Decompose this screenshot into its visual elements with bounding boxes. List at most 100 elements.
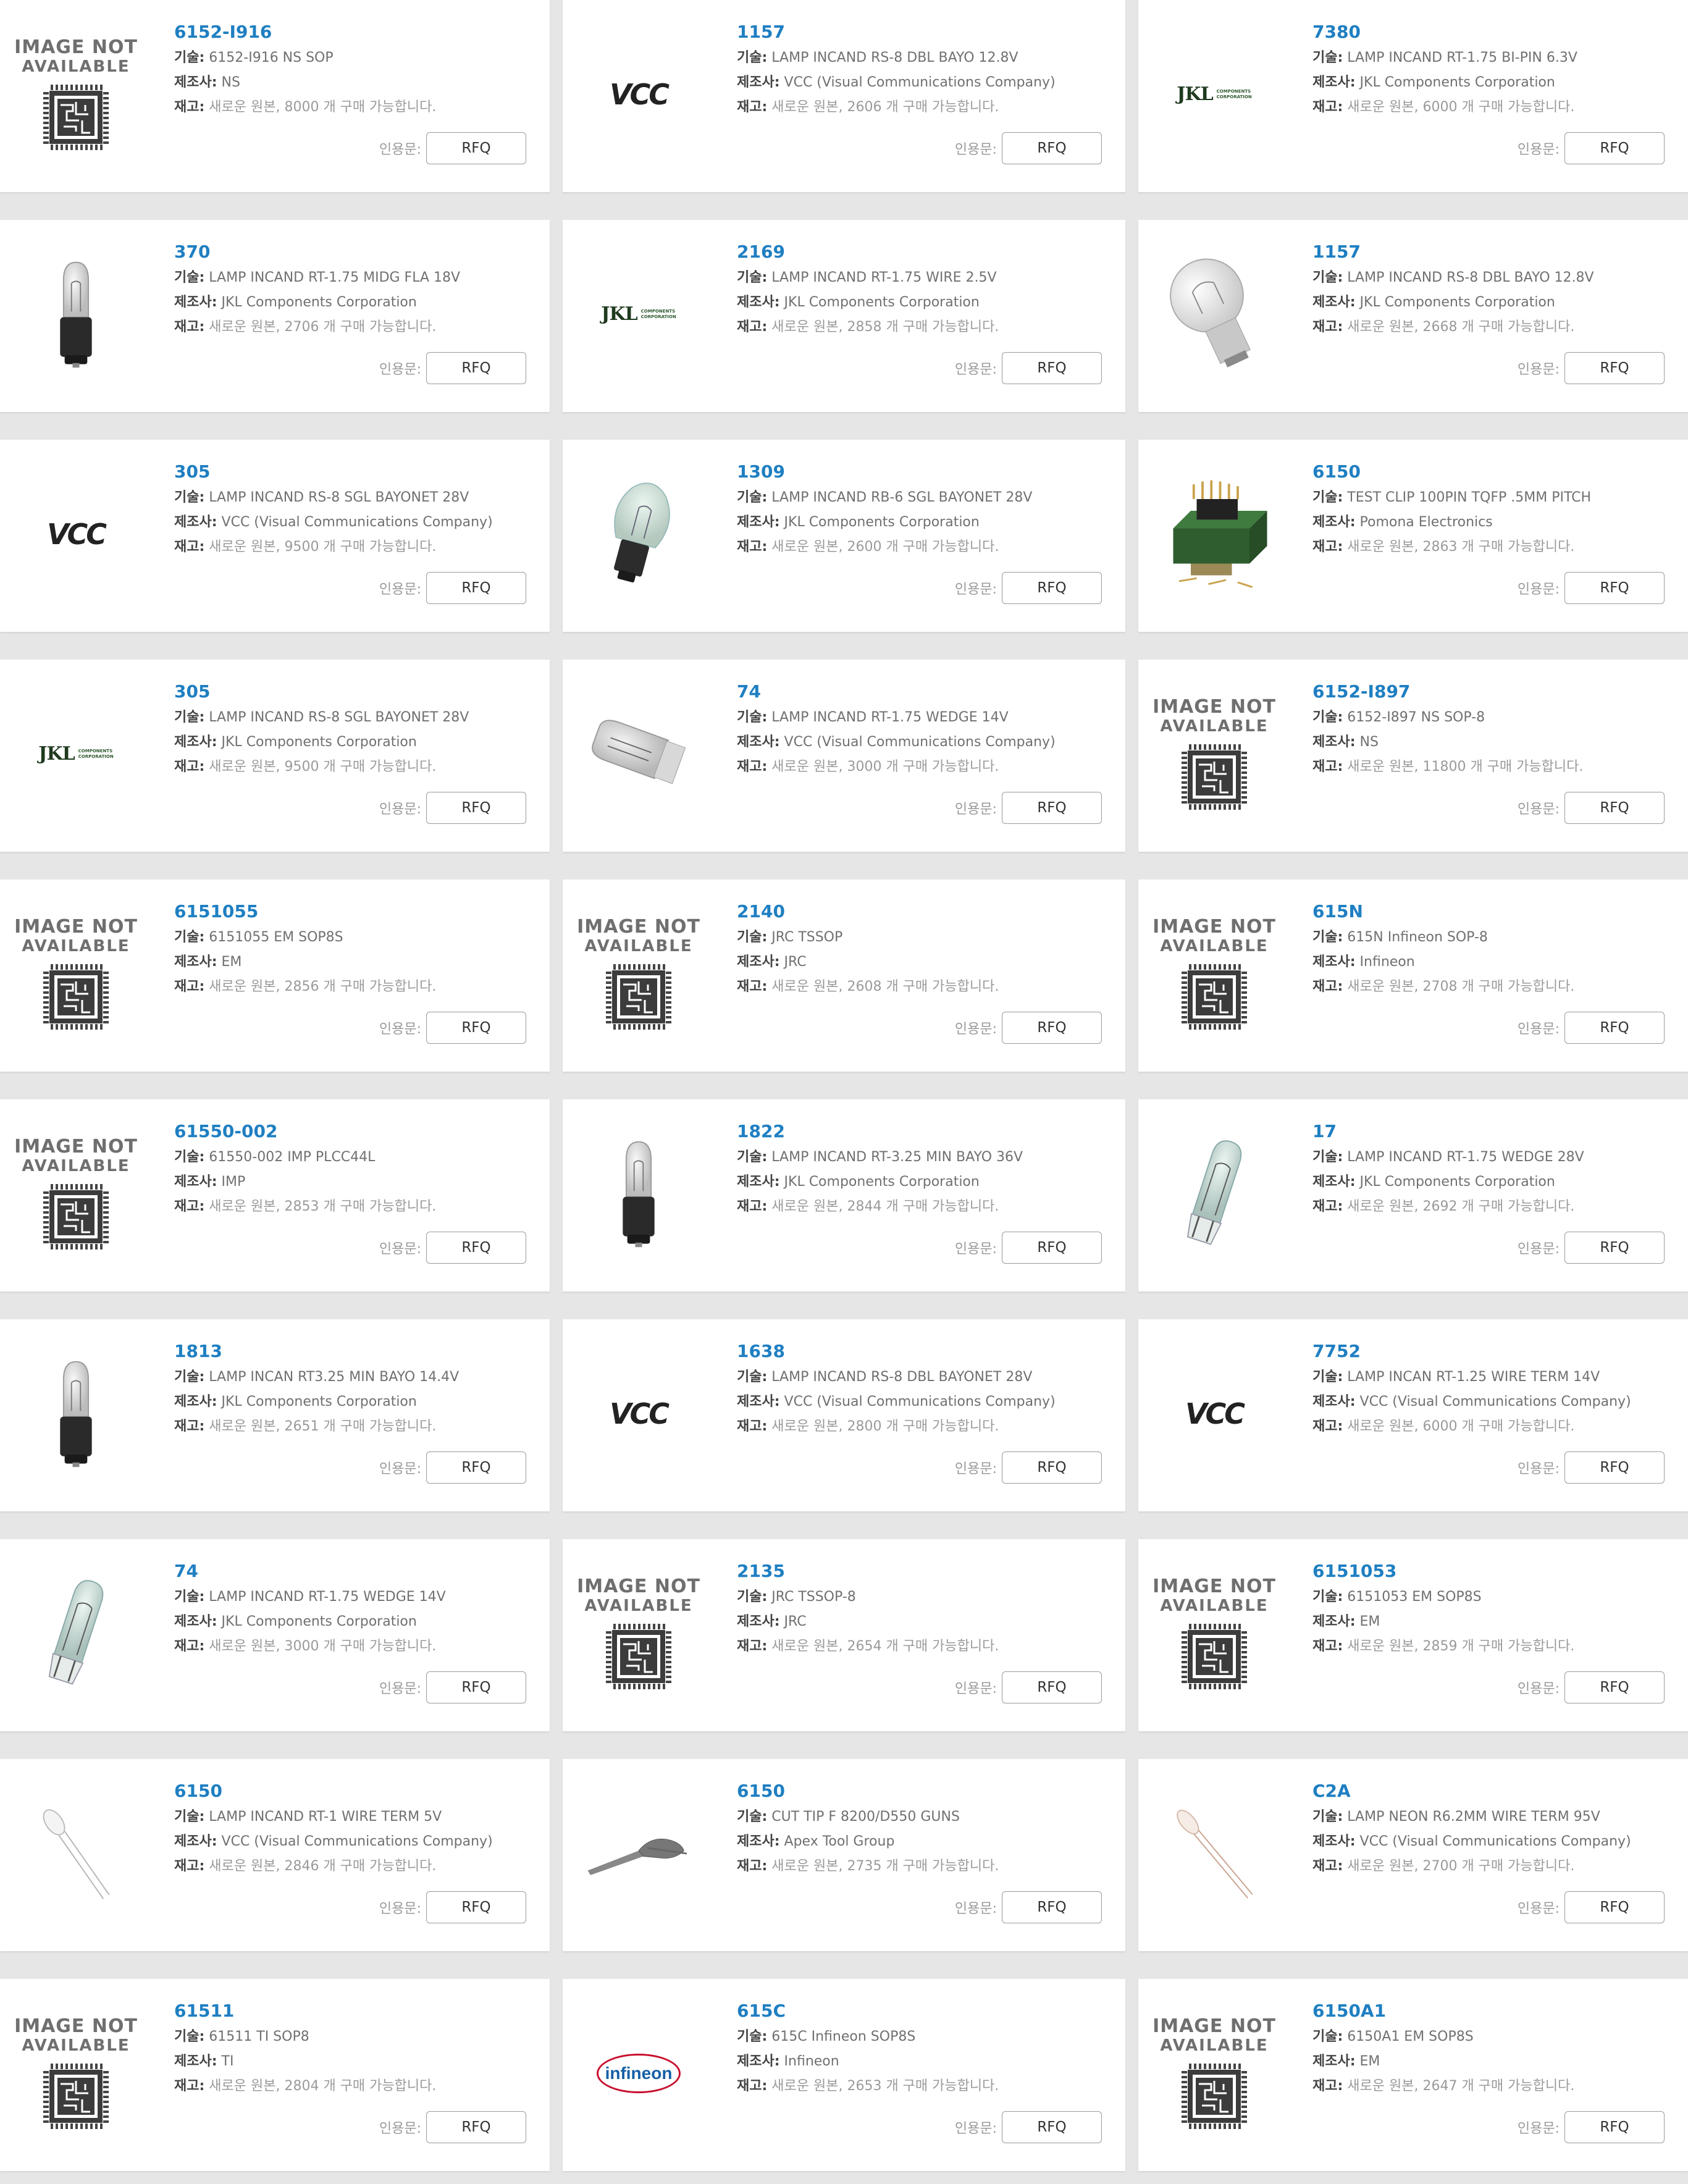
part-number-link[interactable]: 7752	[1312, 1340, 1669, 1363]
rfq-button[interactable]: RFQ	[1002, 1891, 1102, 1923]
product-thumbnail[interactable]: VCC	[574, 1344, 703, 1483]
product-thumbnail[interactable]: JKL COMPONENTS CORPORATION	[11, 684, 141, 823]
product-thumbnail[interactable]	[11, 245, 141, 384]
rfq-button[interactable]: RFQ	[426, 1451, 526, 1484]
product-thumbnail[interactable]: JKL COMPONENTS CORPORATION	[1149, 25, 1279, 164]
part-number-link[interactable]: 6151055	[174, 901, 531, 923]
product-thumbnail[interactable]: infineon	[574, 2004, 703, 2143]
product-thumbnail[interactable]	[574, 1784, 703, 1923]
product-thumbnail[interactable]: IMAGE NOT AVAILABLE	[574, 1564, 703, 1703]
product-thumbnail[interactable]	[574, 464, 703, 603]
product-thumbnail[interactable]: VCC	[1149, 1344, 1279, 1483]
rfq-button[interactable]: RFQ	[426, 792, 526, 824]
part-number-link[interactable]: 1813	[174, 1340, 531, 1363]
rfq-button[interactable]: RFQ	[1002, 1232, 1102, 1264]
product-thumbnail[interactable]: IMAGE NOT AVAILABLE	[574, 904, 703, 1043]
part-number-link[interactable]: 7380	[1312, 21, 1669, 43]
rfq-button[interactable]: RFQ	[1564, 1891, 1665, 1923]
part-number-link[interactable]: 1638	[737, 1340, 1107, 1363]
rfq-button[interactable]: RFQ	[426, 1232, 526, 1264]
rfq-button[interactable]: RFQ	[426, 1891, 526, 1923]
part-number-link[interactable]: 1822	[737, 1120, 1107, 1143]
rfq-button[interactable]: RFQ	[1002, 1012, 1102, 1044]
manufacturer-value: Apex Tool Group	[784, 1834, 895, 1849]
rfq-button[interactable]: RFQ	[1002, 1451, 1102, 1484]
product-thumbnail[interactable]: IMAGE NOT AVAILABLE	[11, 904, 141, 1043]
product-thumbnail[interactable]: IMAGE NOT AVAILABLE	[1149, 904, 1279, 1043]
product-thumbnail[interactable]	[1149, 1784, 1279, 1923]
part-number-link[interactable]: 1157	[737, 21, 1107, 43]
rfq-button[interactable]: RFQ	[1564, 1451, 1665, 1484]
manufacturer-line: 제조사: VCC (Visual Communications Company)	[174, 510, 531, 535]
product-thumbnail[interactable]: VCC	[11, 464, 141, 603]
part-number-link[interactable]: 6152-I897	[1312, 681, 1669, 703]
part-number-link[interactable]: 61550-002	[174, 1120, 531, 1143]
description-line: 기술: LAMP INCAND RT-1.75 MIDG FLA 18V	[174, 266, 531, 290]
part-number-link[interactable]: 74	[737, 681, 1107, 703]
part-number-link[interactable]: 615N	[1312, 901, 1669, 923]
part-number-link[interactable]: 2140	[737, 901, 1107, 923]
part-number-link[interactable]: 6150	[174, 1780, 531, 1802]
product-thumbnail[interactable]: IMAGE NOT AVAILABLE	[1149, 1564, 1279, 1703]
part-number-link[interactable]: 1309	[737, 461, 1107, 483]
rfq-button[interactable]: RFQ	[426, 352, 526, 384]
product-info: 6152-I916 기술: 6152-I916 NS SOP 제조사: NS 재…	[174, 21, 531, 120]
part-number-link[interactable]: 61511	[174, 2000, 531, 2022]
rfq-button[interactable]: RFQ	[426, 1671, 526, 1703]
product-thumbnail[interactable]: JKL COMPONENTS CORPORATION	[574, 245, 703, 384]
quote-label: 인용문:	[954, 1241, 997, 1257]
rfq-button[interactable]: RFQ	[1564, 352, 1665, 384]
product-thumbnail[interactable]: IMAGE NOT AVAILABLE	[11, 1124, 141, 1263]
rfq-button[interactable]: RFQ	[1002, 792, 1102, 824]
rfq-button[interactable]: RFQ	[1564, 1671, 1665, 1703]
description-value: LAMP INCAND RT-1.75 WEDGE 14V	[771, 710, 1009, 725]
part-number-link[interactable]: 1157	[1312, 241, 1669, 263]
rfq-button[interactable]: RFQ	[1002, 572, 1102, 604]
product-thumbnail[interactable]	[574, 684, 703, 823]
rfq-button[interactable]: RFQ	[426, 132, 526, 164]
product-thumbnail[interactable]	[1149, 245, 1279, 384]
rfq-button[interactable]: RFQ	[1002, 1671, 1102, 1703]
rfq-button[interactable]: RFQ	[1564, 1012, 1665, 1044]
part-number-link[interactable]: 6151053	[1312, 1560, 1669, 1582]
rfq-button[interactable]: RFQ	[1564, 2111, 1665, 2143]
part-number-link[interactable]: 6150	[737, 1780, 1107, 1802]
part-number-link[interactable]: 305	[174, 461, 531, 483]
product-thumbnail[interactable]: IMAGE NOT AVAILABLE	[11, 2004, 141, 2143]
product-thumbnail[interactable]: IMAGE NOT AVAILABLE	[1149, 684, 1279, 823]
product-thumbnail[interactable]	[11, 1344, 141, 1483]
product-thumbnail[interactable]: IMAGE NOT AVAILABLE	[1149, 2004, 1279, 2143]
product-thumbnail[interactable]: IMAGE NOT AVAILABLE	[11, 25, 141, 164]
part-number-link[interactable]: 370	[174, 241, 531, 263]
rfq-button[interactable]: RFQ	[426, 2111, 526, 2143]
part-number-link[interactable]: 17	[1312, 1120, 1669, 1143]
part-number-link[interactable]: 74	[174, 1560, 531, 1582]
part-number-link[interactable]: C2A	[1312, 1780, 1669, 1802]
stock-value: 새로운 원본, 2653 개 구매 가능합니다.	[771, 2078, 999, 2094]
part-number-link[interactable]: 305	[174, 681, 531, 703]
rfq-button[interactable]: RFQ	[1564, 792, 1665, 824]
product-thumbnail[interactable]	[574, 1124, 703, 1263]
rfq-button[interactable]: RFQ	[426, 572, 526, 604]
part-number-link[interactable]: 2135	[737, 1560, 1107, 1582]
part-number-link[interactable]: 2169	[737, 241, 1107, 263]
rfq-button[interactable]: RFQ	[1564, 572, 1665, 604]
product-thumbnail[interactable]	[1149, 464, 1279, 603]
rfq-button[interactable]: RFQ	[1002, 352, 1102, 384]
product-thumbnail[interactable]	[11, 1564, 141, 1703]
rfq-button[interactable]: RFQ	[1564, 132, 1665, 164]
part-number-link[interactable]: 6152-I916	[174, 21, 531, 43]
part-number-link[interactable]: 615C	[737, 2000, 1107, 2022]
product-thumbnail[interactable]: VCC	[574, 25, 703, 164]
rfq-button[interactable]: RFQ	[1002, 132, 1102, 164]
part-number-link[interactable]: 6150A1	[1312, 2000, 1669, 2022]
product-thumbnail[interactable]	[11, 1784, 141, 1923]
rfq-button[interactable]: RFQ	[1564, 1232, 1665, 1264]
product-info: 1309 기술: LAMP INCAND RB-6 SGL BAYONET 28…	[737, 461, 1107, 560]
stock-label: 재고:	[1312, 1199, 1343, 1214]
product-thumbnail[interactable]	[1149, 1124, 1279, 1263]
product-card: IMAGE NOT AVAILABLE 6151053 기술: 6151053 …	[1138, 1539, 1688, 1731]
rfq-button[interactable]: RFQ	[1002, 2111, 1102, 2143]
rfq-button[interactable]: RFQ	[426, 1012, 526, 1044]
part-number-link[interactable]: 6150	[1312, 461, 1669, 483]
